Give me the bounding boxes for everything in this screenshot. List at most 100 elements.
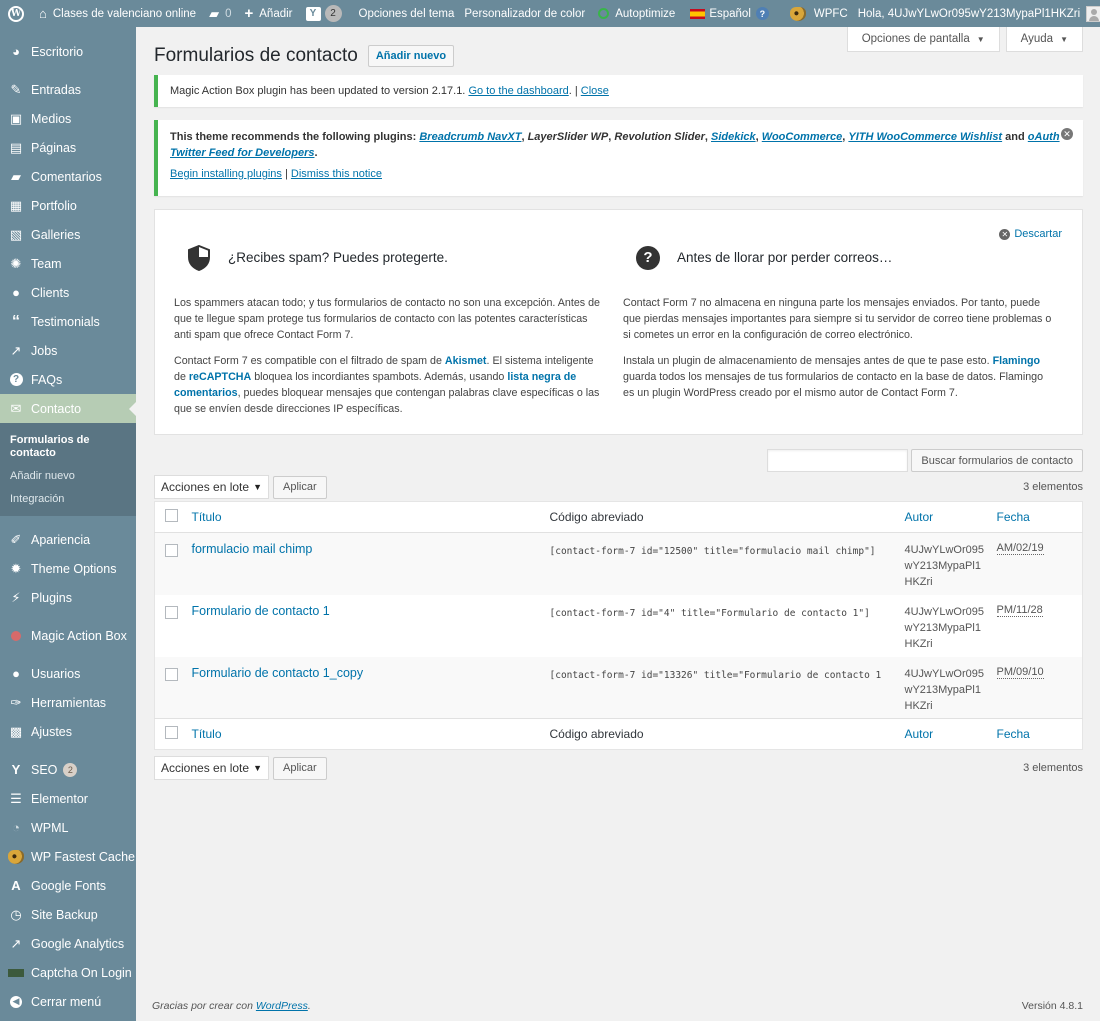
sidebar-item-seo[interactable]: Y SEO 2 (0, 755, 136, 784)
notice-bar: | (284, 168, 288, 180)
sidebar-item-portfolio[interactable]: ▦ Portfolio (0, 191, 136, 220)
go-to-dashboard-link[interactable]: Go to the dashboard (468, 85, 568, 97)
column-date[interactable]: Fecha (996, 719, 1083, 750)
bulk-actions-select[interactable]: Acciones en lote ▼ (154, 475, 269, 499)
sidebar-item-paginas[interactable]: ▤ Páginas (0, 133, 136, 162)
screen-options-label: Opciones de pantalla (861, 33, 970, 45)
question-icon: ? (755, 7, 769, 20)
wp-logo-menu[interactable]: W (0, 0, 34, 27)
form-title-link[interactable]: formulacio mail chimp (192, 542, 313, 556)
akismet-link[interactable]: Akismet (445, 355, 487, 367)
sidebar-item-theme-options[interactable]: ✹ Theme Options (0, 554, 136, 583)
language-menu[interactable]: Español ? (680, 0, 774, 27)
sidebar-item-herramientas[interactable]: ✑ Herramientas (0, 688, 136, 717)
plugin-link-woocommerce[interactable]: WooCommerce (762, 131, 842, 143)
site-name-menu[interactable]: ⌂ Clases de valenciano online (34, 0, 201, 27)
sidebar-item-label: FAQs (31, 372, 63, 387)
form-title-link[interactable]: Formulario de contacto 1 (192, 604, 330, 618)
sidebar-item-label: Theme Options (31, 561, 117, 576)
wordpress-link[interactable]: WordPress (256, 1000, 308, 1012)
sidebar-item-site-backup[interactable]: ◷ Site Backup (0, 900, 136, 929)
apply-button[interactable]: Aplicar (273, 475, 327, 499)
column-date[interactable]: Fecha (996, 502, 1083, 533)
dismiss-panel-button[interactable]: ✕ Descartar (999, 228, 1062, 240)
autoptimize-menu[interactable]: Autoptimize (590, 0, 680, 27)
sidebar-item-jobs[interactable]: ↗ Jobs (0, 336, 136, 365)
shortcode-cell[interactable]: [contact-form-7 id="12500" title="formul… (549, 533, 904, 595)
sidebar-item-plugins[interactable]: ⚡ Plugins (0, 583, 136, 612)
sidebar-item-entradas[interactable]: ✎ Entradas (0, 75, 136, 104)
submenu-item-integracion[interactable]: Integración (0, 490, 136, 509)
sidebar-item-label: Team (31, 256, 62, 271)
close-icon: ✕ (999, 228, 1011, 240)
dismiss-notice-link[interactable]: Dismiss this notice (291, 168, 382, 180)
sidebar-item-team[interactable]: ✺ Team (0, 249, 136, 278)
sidebar-item-clients[interactable]: ● Clients (0, 278, 136, 307)
close-icon[interactable]: ✕ (1061, 128, 1073, 140)
comments-count: 0 (225, 7, 232, 20)
help-button[interactable]: Ayuda ▼ (1005, 27, 1083, 52)
sidebar-item-elementor[interactable]: ☰ Elementor (0, 784, 136, 813)
sidebar-item-comentarios[interactable]: ▰ Comentarios (0, 162, 136, 191)
sidebar-item-ajustes[interactable]: ▩ Ajustes (0, 717, 136, 746)
row-checkbox[interactable] (165, 544, 178, 557)
comments-menu[interactable]: ▰ 0 (201, 0, 236, 27)
sidebar-item-testimonials[interactable]: “ Testimonials (0, 307, 136, 336)
flamingo-link[interactable]: Flamingo (993, 355, 1041, 367)
wpml-icon: ◔ (12, 820, 20, 835)
shortcode-cell[interactable]: [contact-form-7 id="4" title="Formulario… (549, 595, 904, 657)
begin-installing-link[interactable]: Begin installing plugins (170, 168, 282, 180)
apply-button[interactable]: Aplicar (273, 756, 327, 780)
sidebar-item-usuarios[interactable]: ● Usuarios (0, 659, 136, 688)
sidebar-item-apariencia[interactable]: ✐ Apariencia (0, 525, 136, 554)
sidebar-item-google-analytics[interactable]: ↗ Google Analytics (0, 929, 136, 958)
close-notice-link[interactable]: Close (581, 85, 609, 97)
color-customizer-menu[interactable]: Personalizador de color (459, 0, 590, 27)
sidebar-item-magic-action-box[interactable]: Magic Action Box (0, 621, 136, 650)
column-author[interactable]: Autor (904, 502, 996, 533)
add-new-button[interactable]: Añadir nuevo (367, 45, 455, 67)
screen-options-button[interactable]: Opciones de pantalla ▼ (846, 27, 1000, 52)
theme-options-menu[interactable]: Opciones del tema (347, 0, 460, 27)
row-checkbox[interactable] (165, 667, 178, 681)
row-checkbox[interactable] (165, 605, 178, 619)
new-content-menu[interactable]: + Añadir (236, 0, 297, 27)
sidebar-item-wp-fastest-cache[interactable]: WP Fastest Cache (0, 842, 136, 871)
bulk-actions-select[interactable]: Acciones en lote ▼ (154, 756, 269, 780)
wordpress-icon: W (8, 5, 24, 22)
sidebar-collapse-button[interactable]: ◀ Cerrar menú (0, 987, 136, 1016)
column-title[interactable]: Título (191, 502, 549, 533)
sidebar-item-label: Escritorio (31, 44, 84, 59)
yoast-menu[interactable]: Y 2 (298, 0, 347, 27)
sidebar-item-captcha-on-login[interactable]: Captcha On Login (0, 958, 136, 987)
settings-icon: ▩ (9, 723, 23, 739)
column-title[interactable]: Título (191, 719, 549, 750)
sidebar-item-faqs[interactable]: ? FAQs (0, 365, 136, 394)
column-author[interactable]: Autor (904, 719, 996, 750)
flamingo-paragraph-1: Contact Form 7 no almacena en ninguna pa… (623, 297, 1052, 341)
select-all-checkbox[interactable] (165, 726, 178, 739)
yoast-icon: Y (305, 6, 321, 21)
select-all-checkbox[interactable] (165, 509, 178, 522)
my-account-menu[interactable]: Hola, 4UJwYLwOr095wY213MypaPl1HKZri (853, 0, 1100, 27)
sidebar-item-medios[interactable]: ▣ Medios (0, 104, 136, 133)
form-title-link[interactable]: Formulario de contacto 1_copy (192, 666, 364, 680)
sidebar-item-google-fonts[interactable]: A Google Fonts (0, 871, 136, 900)
submenu-item-anadir-nuevo[interactable]: Añadir nuevo (0, 467, 136, 486)
sidebar-item-escritorio[interactable]: ◕ Escritorio (0, 37, 136, 66)
plugin-link-breadcrumb[interactable]: Breadcrumb NavXT (419, 131, 521, 143)
shortcode-cell[interactable]: [contact-form-7 id="13326" title="Formul… (549, 657, 904, 719)
sidebar-item-contacto[interactable]: ✉ Contacto (0, 394, 136, 423)
notice-sep: . (568, 85, 572, 97)
sidebar-item-galleries[interactable]: ▧ Galleries (0, 220, 136, 249)
search-button[interactable]: Buscar formularios de contacto (911, 449, 1083, 472)
plugin-link-yith-wishlist[interactable]: YITH WooCommerce Wishlist (848, 131, 1002, 143)
spam-paragraph-1: Los spammers atacan todo; y tus formular… (174, 297, 600, 341)
submenu-item-formularios[interactable]: Formularios de contacto (0, 431, 136, 463)
plugin-link-sidekick[interactable]: Sidekick (711, 131, 756, 143)
recaptcha-link[interactable]: reCAPTCHA (189, 371, 251, 383)
sidebar-item-wpml[interactable]: ◔ WPML (0, 813, 136, 842)
sidebar-item-label: Entradas (31, 82, 82, 97)
wpfc-menu[interactable]: WPFC (774, 0, 853, 27)
search-input[interactable] (767, 449, 909, 472)
